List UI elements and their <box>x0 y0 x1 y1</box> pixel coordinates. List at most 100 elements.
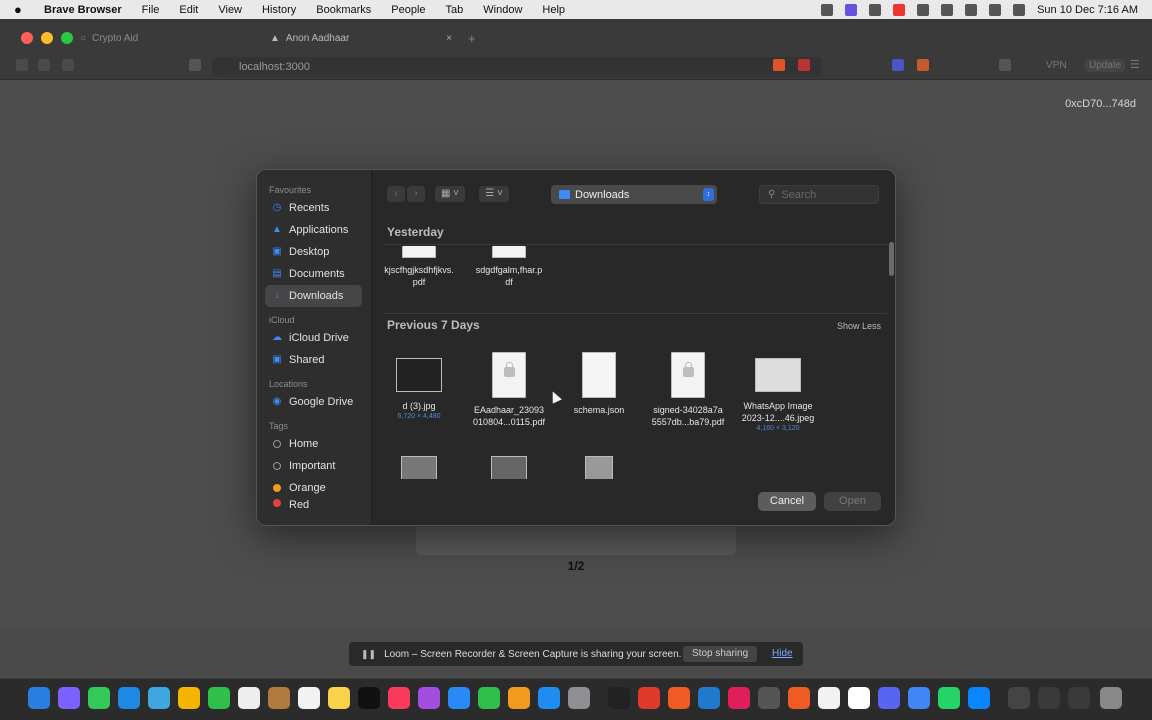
spotlight-search-icon[interactable] <box>989 3 1002 16</box>
launchpad-icon[interactable] <box>58 687 80 709</box>
screen-share-icon[interactable] <box>845 3 858 16</box>
vscode-icon[interactable] <box>698 687 720 709</box>
photos-icon[interactable] <box>178 687 200 709</box>
microphone-icon[interactable] <box>821 3 834 16</box>
app-status-icon[interactable] <box>869 3 882 16</box>
tv-icon[interactable] <box>358 687 380 709</box>
whatsapp-icon[interactable] <box>938 687 960 709</box>
reminders-icon[interactable] <box>298 687 320 709</box>
group-view-icon[interactable]: ☰ ˅ <box>479 186 509 202</box>
app-icon[interactable] <box>758 687 780 709</box>
sidebar-item-downloads[interactable]: ↓ Downloads <box>265 285 362 307</box>
menu-file[interactable]: File <box>142 4 160 16</box>
wallet-address[interactable]: 0xcD70...748d <box>1065 98 1136 110</box>
brave-rewards-icon[interactable] <box>798 59 810 71</box>
icon-view-icon[interactable]: ▦ ˅ <box>435 186 465 202</box>
address-bar[interactable]: localhost:3000 <box>212 57 822 77</box>
keynote-icon[interactable] <box>448 687 470 709</box>
menu-people[interactable]: People <box>391 4 425 16</box>
wifi-icon[interactable] <box>965 3 978 16</box>
scrollbar[interactable] <box>889 242 894 276</box>
sidebar-item-recents[interactable]: ◷ Recents <box>265 197 362 219</box>
brave-shields-icon[interactable] <box>773 59 785 71</box>
forward-icon[interactable] <box>38 59 50 71</box>
menubar-clock[interactable]: Sun 10 Dec 7:16 AM <box>1037 4 1138 16</box>
tab-close-icon[interactable]: × <box>446 33 452 44</box>
bookmark-icon[interactable] <box>189 59 201 71</box>
notion-icon[interactable] <box>848 687 870 709</box>
yandex-icon[interactable] <box>638 687 660 709</box>
pages-icon[interactable] <box>508 687 530 709</box>
cancel-button[interactable]: Cancel <box>758 492 816 511</box>
metamask-icon[interactable] <box>917 59 929 71</box>
location-dropdown[interactable]: Downloads ↕ <box>551 185 717 204</box>
open-button[interactable]: Open <box>824 492 881 511</box>
mail-icon[interactable] <box>118 687 140 709</box>
bluetooth-icon[interactable] <box>917 3 930 16</box>
sidebar-item-google-drive[interactable]: ◉ Google Drive <box>265 391 362 413</box>
back-icon[interactable] <box>16 59 28 71</box>
calendar-icon[interactable] <box>238 687 260 709</box>
terminal-icon[interactable] <box>608 687 630 709</box>
hide-button[interactable]: Hide <box>772 646 793 662</box>
app-icon[interactable] <box>968 687 990 709</box>
menu-tab[interactable]: Tab <box>446 4 464 16</box>
downloads-stack-icon[interactable] <box>1008 687 1030 709</box>
sidebar-item-tag-red[interactable]: Red <box>265 499 362 513</box>
file-item[interactable] <box>374 456 464 479</box>
facetime-icon[interactable] <box>208 687 230 709</box>
postman-icon[interactable] <box>788 687 810 709</box>
sidebar-item-tag-important[interactable]: Important <box>265 455 362 477</box>
maps-icon[interactable] <box>148 687 170 709</box>
file-item[interactable] <box>554 456 644 479</box>
menu-history[interactable]: History <box>262 4 296 16</box>
menu-help[interactable]: Help <box>542 4 565 16</box>
settings-icon[interactable] <box>568 687 590 709</box>
app-store-icon[interactable] <box>538 687 560 709</box>
menu-window[interactable]: Window <box>483 4 522 16</box>
vpn-button[interactable]: VPN <box>1046 60 1067 71</box>
slack-icon[interactable] <box>728 687 750 709</box>
file-item[interactable]: kjscfhgjksdhfjkvs. pdf <box>374 246 464 288</box>
recent-app-icon[interactable] <box>1068 687 1090 709</box>
show-less-button[interactable]: Show Less <box>837 321 881 331</box>
control-center-icon[interactable] <box>1013 3 1026 16</box>
sidebar-item-tag-orange[interactable]: Orange <box>265 477 362 499</box>
stop-sharing-button[interactable]: Stop sharing <box>683 646 758 662</box>
apple-menu-icon[interactable]: ● <box>14 2 28 17</box>
sidebar-item-tag-home[interactable]: Home <box>265 433 362 455</box>
battery-icon[interactable] <box>941 3 954 16</box>
recent-app-icon[interactable] <box>1038 687 1060 709</box>
sidebar-item-applications[interactable]: ▲ Applications <box>265 219 362 241</box>
menu-view[interactable]: View <box>218 4 242 16</box>
file-item[interactable]: schema.json <box>554 352 644 416</box>
chrome-icon[interactable] <box>908 687 930 709</box>
back-icon[interactable]: ‹ <box>387 186 405 202</box>
close-window-icon[interactable] <box>21 32 33 44</box>
wallet-icon[interactable] <box>999 59 1011 71</box>
sidebar-item-documents[interactable]: ▤ Documents <box>265 263 362 285</box>
file-item[interactable]: EAadhaar_23093 010804...0115.pdf <box>464 352 554 428</box>
numbers-icon[interactable] <box>478 687 500 709</box>
menu-bookmarks[interactable]: Bookmarks <box>316 4 371 16</box>
trash-icon[interactable] <box>1100 687 1122 709</box>
contacts-icon[interactable] <box>268 687 290 709</box>
sidebar-item-desktop[interactable]: ▣ Desktop <box>265 241 362 263</box>
pause-icon[interactable]: ❚❚ <box>361 649 376 660</box>
file-item[interactable] <box>464 456 554 479</box>
vlc-icon[interactable] <box>818 687 840 709</box>
search-input[interactable] <box>781 188 872 201</box>
sidebar-item-icloud-drive[interactable]: ☁ iCloud Drive <box>265 327 362 349</box>
music-icon[interactable] <box>388 687 410 709</box>
file-item[interactable]: sdgdfgalm,fhar.p df <box>464 246 554 288</box>
update-button[interactable]: Update <box>1085 59 1126 72</box>
new-tab-icon[interactable]: + <box>468 31 476 46</box>
file-item[interactable]: WhatsApp Image 2023-12....46.jpeg 4,160 ×… <box>733 352 823 434</box>
search-field[interactable]: ⚲ <box>759 185 879 204</box>
tab-anon-aadhaar[interactable]: ▲ Anon Aadhaar × <box>270 25 460 51</box>
zoom-window-icon[interactable] <box>61 32 73 44</box>
finder-icon[interactable] <box>28 687 50 709</box>
tab-crypto-aid[interactable]: ○ Crypto Aid <box>80 25 260 51</box>
podcasts-icon[interactable] <box>418 687 440 709</box>
minimize-window-icon[interactable] <box>41 32 53 44</box>
